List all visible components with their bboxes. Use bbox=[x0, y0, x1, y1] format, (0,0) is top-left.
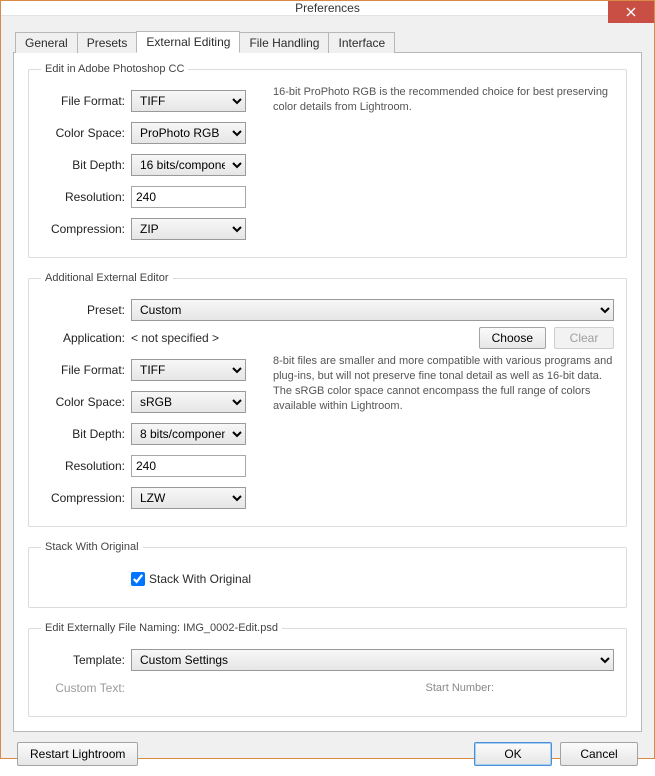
titlebar: Preferences bbox=[1, 1, 654, 16]
ps-file-format-select[interactable]: TIFF bbox=[131, 90, 246, 112]
ps-compression-select[interactable]: ZIP bbox=[131, 218, 246, 240]
ext-resolution-input[interactable] bbox=[131, 455, 246, 477]
tab-general[interactable]: General bbox=[15, 32, 78, 53]
group-file-naming: Edit Externally File Naming: IMG_0002-Ed… bbox=[28, 622, 627, 717]
ok-button[interactable]: OK bbox=[474, 742, 552, 766]
ext-preset-select[interactable]: Custom bbox=[131, 299, 614, 321]
ps-bit-depth-select[interactable]: 16 bits/component bbox=[131, 154, 246, 176]
stack-checkbox-label[interactable]: Stack With Original bbox=[131, 572, 251, 586]
preferences-window: Preferences General Presets External Edi… bbox=[0, 0, 655, 759]
label-file-format-2: File Format: bbox=[41, 363, 131, 377]
ext-file-format-select[interactable]: TIFF bbox=[131, 359, 246, 381]
close-icon bbox=[626, 7, 636, 17]
group-additional-editor: Additional External Editor Preset: Custo… bbox=[28, 272, 627, 527]
group-edit-photoshop: Edit in Adobe Photoshop CC File Format: … bbox=[28, 63, 627, 258]
dialog-footer: Restart Lightroom OK Cancel bbox=[13, 732, 642, 768]
label-color-space: Color Space: bbox=[41, 126, 131, 140]
tab-presets[interactable]: Presets bbox=[77, 32, 138, 53]
label-custom-text: Custom Text: bbox=[41, 681, 131, 695]
ps-hint-text: 16-bit ProPhoto RGB is the recommended c… bbox=[273, 85, 614, 115]
choose-button[interactable]: Choose bbox=[479, 327, 546, 349]
tab-external-editing[interactable]: External Editing bbox=[136, 31, 240, 53]
label-compression: Compression: bbox=[41, 222, 131, 236]
label-resolution: Resolution: bbox=[41, 190, 131, 204]
clear-button[interactable]: Clear bbox=[554, 327, 614, 349]
label-start-number: Start Number: bbox=[426, 682, 494, 694]
restart-lightroom-button[interactable]: Restart Lightroom bbox=[17, 742, 138, 766]
cancel-button[interactable]: Cancel bbox=[560, 742, 638, 766]
client-area: General Presets External Editing File Ha… bbox=[1, 16, 654, 776]
group-stack: Stack With Original Stack With Original bbox=[28, 541, 627, 608]
ext-color-space-select[interactable]: sRGB bbox=[131, 391, 246, 413]
label-template: Template: bbox=[41, 653, 131, 667]
stack-checkbox[interactable] bbox=[131, 572, 145, 586]
tab-file-handling[interactable]: File Handling bbox=[239, 32, 329, 53]
label-resolution-2: Resolution: bbox=[41, 459, 131, 473]
label-bit-depth-2: Bit Depth: bbox=[41, 427, 131, 441]
label-bit-depth: Bit Depth: bbox=[41, 158, 131, 172]
label-preset: Preset: bbox=[41, 303, 131, 317]
tab-interface[interactable]: Interface bbox=[328, 32, 395, 53]
ext-bit-depth-select[interactable]: 8 bits/component bbox=[131, 423, 246, 445]
ext-compression-select[interactable]: LZW bbox=[131, 487, 246, 509]
label-application: Application: bbox=[41, 331, 131, 345]
stack-label-text: Stack With Original bbox=[149, 572, 251, 586]
ext-hint-text: 8-bit files are smaller and more compati… bbox=[273, 354, 614, 413]
group-edit-photoshop-title: Edit in Adobe Photoshop CC bbox=[41, 63, 188, 75]
ps-resolution-input[interactable] bbox=[131, 186, 246, 208]
tab-page-external-editing: Edit in Adobe Photoshop CC File Format: … bbox=[13, 52, 642, 732]
close-button[interactable] bbox=[608, 1, 654, 23]
label-color-space-2: Color Space: bbox=[41, 395, 131, 409]
group-additional-editor-title: Additional External Editor bbox=[41, 272, 173, 284]
tab-bar: General Presets External Editing File Ha… bbox=[13, 30, 642, 52]
window-title: Preferences bbox=[1, 1, 654, 15]
ext-application-value: < not specified > bbox=[131, 331, 479, 345]
template-select[interactable]: Custom Settings bbox=[131, 649, 614, 671]
ps-color-space-select[interactable]: ProPhoto RGB bbox=[131, 122, 246, 144]
label-file-format: File Format: bbox=[41, 94, 131, 108]
label-compression-2: Compression: bbox=[41, 491, 131, 505]
group-file-naming-title: Edit Externally File Naming: IMG_0002-Ed… bbox=[41, 622, 282, 634]
group-stack-title: Stack With Original bbox=[41, 541, 143, 553]
